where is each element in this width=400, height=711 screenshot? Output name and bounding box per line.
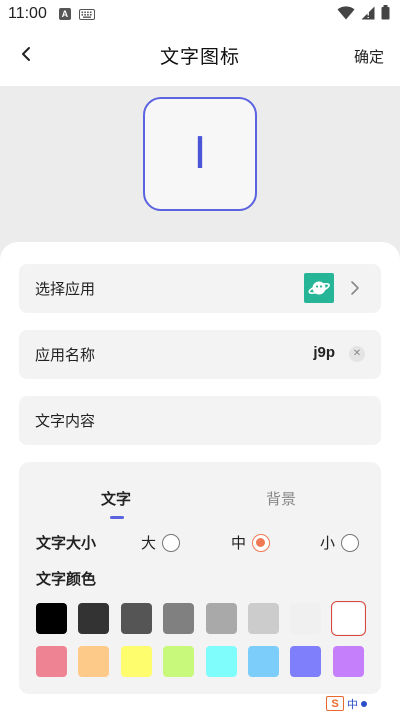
color-swatch[interactable] — [248, 603, 279, 634]
size-option-medium[interactable]: 中 — [231, 532, 271, 553]
size-medium-label: 中 — [231, 534, 247, 552]
size-large-label: 大 — [141, 534, 157, 552]
clear-icon[interactable]: ✕ — [349, 346, 365, 362]
color-swatch[interactable] — [290, 646, 322, 677]
status-icons — [337, 4, 390, 24]
color-swatch[interactable] — [332, 646, 364, 677]
color-swatch[interactable] — [330, 601, 366, 636]
page-title: 文字图标 — [159, 46, 240, 68]
color-swatch[interactable] — [36, 603, 67, 634]
text-content-input[interactable]: 文字内容 — [19, 396, 381, 445]
keyboard-icon — [78, 8, 95, 20]
color-swatch[interactable] — [78, 603, 110, 634]
watermark-char: 中 — [347, 697, 358, 711]
radio-large[interactable] — [162, 533, 181, 552]
color-swatch[interactable] — [120, 603, 152, 634]
chevron-right-icon — [345, 279, 363, 297]
back-button[interactable] — [12, 42, 40, 70]
settings-sheet: 选择应用 应用名称 j9p ✕ 文字内容 文字 背景 文字大小 大 中 小 文字… — [0, 242, 400, 711]
watermark-dot — [361, 700, 367, 707]
size-option-large[interactable]: 大 — [141, 532, 181, 553]
text-icon-preview: I — [143, 97, 257, 211]
color-swatch[interactable] — [78, 646, 110, 677]
confirm-button[interactable]: 确定 — [354, 46, 384, 67]
radio-small[interactable] — [341, 533, 360, 552]
signal-icon — [361, 5, 375, 24]
color-swatch[interactable] — [163, 603, 195, 634]
watermark-logo: S — [326, 696, 344, 711]
radio-medium[interactable] — [252, 533, 271, 552]
text-color-label: 文字颜色 — [36, 570, 97, 588]
app-name-row: 应用名称 j9p ✕ — [19, 330, 381, 379]
app-name-input[interactable]: j9p — [313, 344, 335, 361]
tab-background[interactable]: 背景 — [266, 488, 296, 509]
color-swatch[interactable] — [163, 646, 195, 677]
text-content-label: 文字内容 — [35, 412, 96, 430]
size-option-small[interactable]: 小 — [320, 532, 360, 553]
size-small-label: 小 — [320, 534, 336, 552]
tab-indicator — [110, 516, 124, 519]
battery-icon — [381, 4, 390, 24]
planet-icon — [304, 273, 334, 303]
notification-a-icon: A — [58, 8, 71, 20]
nav-bar: 文字图标 确定 — [0, 28, 400, 86]
color-swatch[interactable] — [248, 646, 279, 677]
select-app-label: 选择应用 — [35, 280, 96, 298]
color-swatch[interactable] — [36, 646, 67, 677]
color-swatch[interactable] — [290, 603, 322, 634]
select-app-row[interactable]: 选择应用 — [19, 264, 381, 313]
color-swatch[interactable] — [120, 646, 152, 677]
text-size-label: 文字大小 — [36, 534, 97, 552]
icon-preview-area: I — [0, 86, 400, 256]
chevron-left-icon — [20, 46, 32, 66]
app-name-label: 应用名称 — [35, 346, 96, 364]
status-bar: 11:00 A — [0, 0, 400, 28]
watermark: S 中 — [326, 696, 386, 711]
color-swatch[interactable] — [205, 646, 237, 677]
tab-text[interactable]: 文字 — [101, 488, 131, 509]
preview-text: I — [193, 128, 207, 179]
style-card: 文字 背景 文字大小 大 中 小 文字颜色 — [19, 462, 381, 694]
status-time: 11:00 — [8, 5, 47, 22]
color-swatch[interactable] — [205, 603, 237, 634]
wifi-icon — [337, 5, 355, 24]
